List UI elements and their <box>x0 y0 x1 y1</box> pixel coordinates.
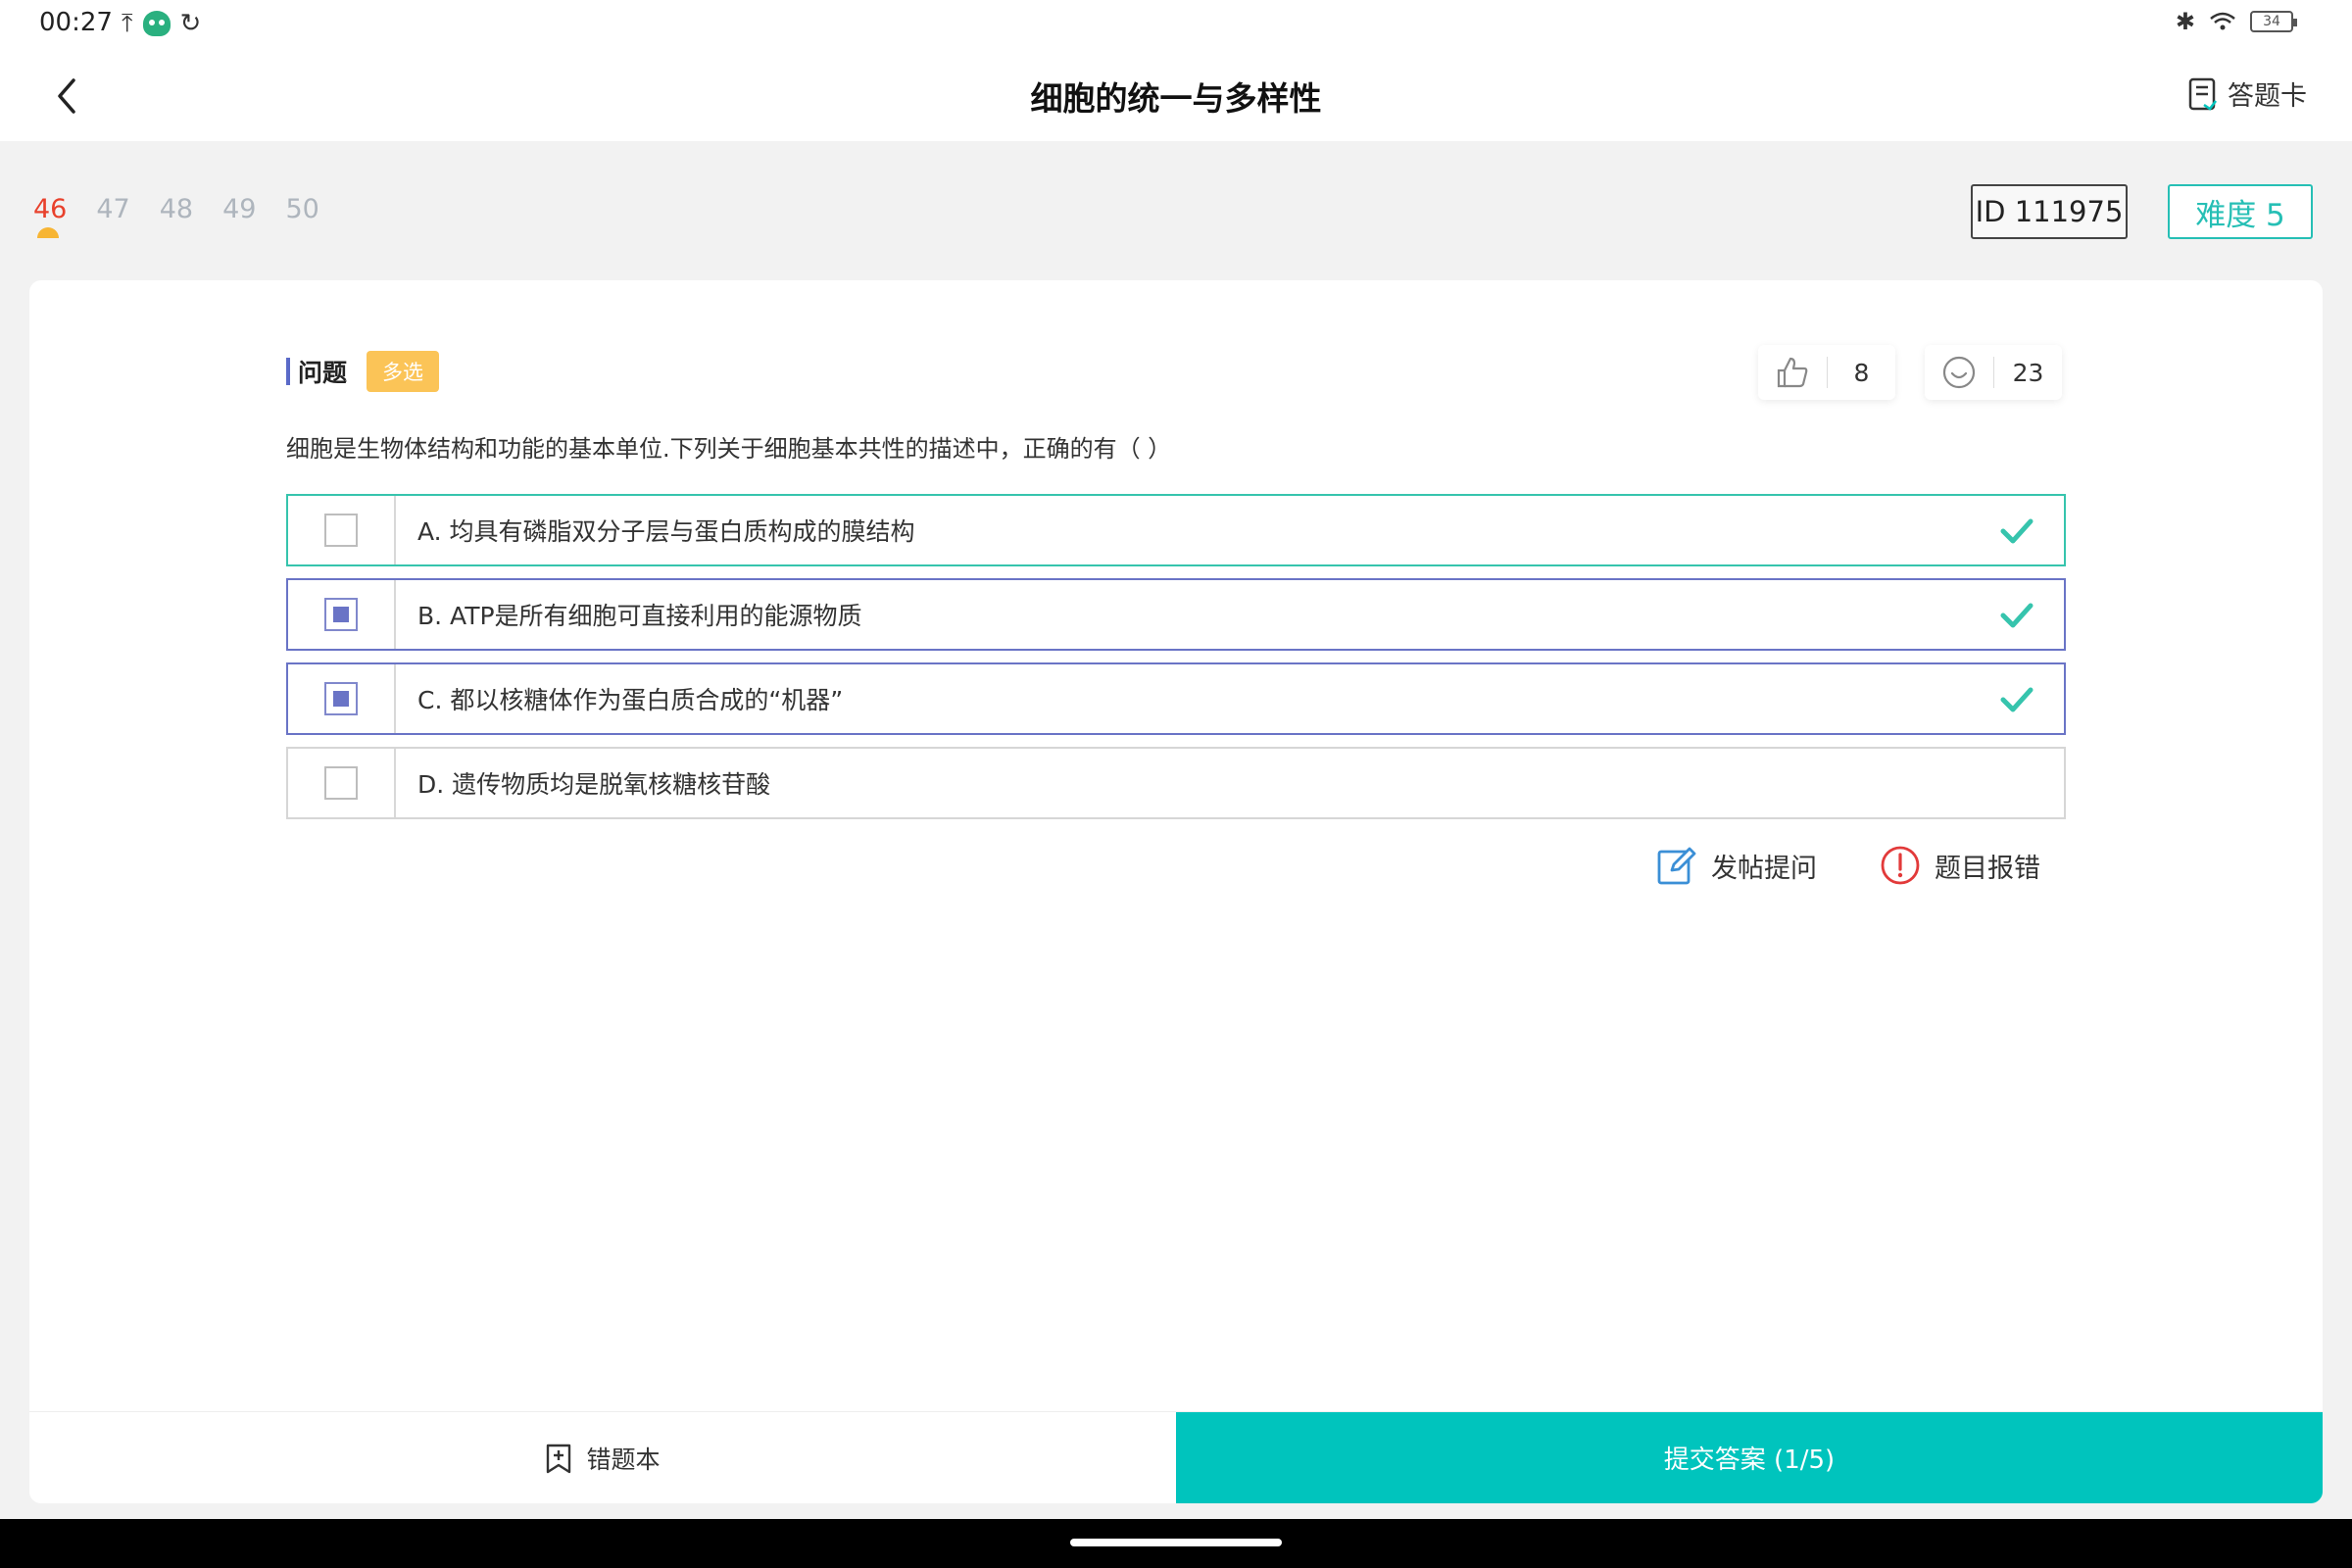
option-d-text: D. 遗传物质均是脱氧核糖核苷酸 <box>417 770 771 799</box>
question-number-48[interactable]: 48 <box>160 194 193 224</box>
option-d[interactable]: D. 遗传物质均是脱氧核糖核苷酸 <box>286 747 2066 819</box>
post-question-label: 发帖提问 <box>1711 853 1817 884</box>
option-checkbox-cell <box>288 664 396 733</box>
question-header: 问题 多选 <box>286 351 440 392</box>
bluetooth-icon: ✱ <box>2175 8 2195 35</box>
option-c[interactable]: C. 都以核糖体作为蛋白质合成的“机器” <box>286 662 2066 735</box>
submit-answer-button[interactable]: 提交答案 (1/5) <box>1176 1412 2323 1503</box>
question-card: 问题 多选 8 23 细胞是生物体结构和功能的基本单位.下列关于细胞基本共性的描… <box>29 280 2323 1503</box>
option-b[interactable]: B. ATP是所有细胞可直接利用的能源物质 <box>286 578 2066 651</box>
option-b-checkbox[interactable] <box>324 598 358 631</box>
app-header: 细胞的统一与多样性 答题卡 <box>0 51 2352 141</box>
app-robot-icon <box>142 11 171 36</box>
question-id-badge: ID 111975 <box>1971 184 2128 239</box>
option-a-checkbox[interactable] <box>324 514 358 547</box>
comment-count: 23 <box>2012 358 2044 387</box>
wifi-icon <box>2210 12 2235 30</box>
warning-icon <box>1881 846 1920 885</box>
correct-check-icon <box>2000 687 2034 712</box>
home-indicator[interactable] <box>1070 1539 1282 1546</box>
edit-icon <box>1657 847 1696 885</box>
upload-icon: ⤒ <box>122 9 133 38</box>
report-error-label: 题目报错 <box>1935 853 2040 884</box>
sync-icon: ↻ <box>179 9 202 38</box>
system-nav-bar <box>0 1519 2352 1568</box>
option-b-text: B. ATP是所有细胞可直接利用的能源物质 <box>417 602 862 630</box>
correct-check-icon <box>2000 518 2034 544</box>
question-actions: 发帖提问 题目报错 <box>1656 845 2040 886</box>
answer-sheet-icon <box>2188 77 2217 111</box>
question-number-47[interactable]: 47 <box>96 194 129 224</box>
status-time: 00:27 <box>39 8 113 37</box>
status-bar: 00:27 ⤒ ↻ ✱ 34 <box>0 0 2352 51</box>
option-d-checkbox[interactable] <box>324 766 358 800</box>
wrong-book-label: 错题本 <box>586 1445 661 1474</box>
post-question-button[interactable]: 发帖提问 <box>1656 845 1817 886</box>
comment-button[interactable]: 23 <box>1925 345 2062 400</box>
report-error-button[interactable]: 题目报错 <box>1880 845 2040 886</box>
page-title: 细胞的统一与多样性 <box>1030 79 1322 118</box>
options-list: A. 均具有磷脂双分子层与蛋白质构成的膜结构 B. ATP是所有细胞可直接利用的… <box>286 494 2066 831</box>
answer-card-label: 答题卡 <box>2228 81 2307 112</box>
battery-icon: 34 <box>2250 11 2297 32</box>
question-type-tag: 多选 <box>367 351 440 392</box>
like-button[interactable]: 8 <box>1758 345 1895 400</box>
status-right-icons: ✱ 34 <box>2175 8 2297 35</box>
question-number-46[interactable]: 46 <box>33 194 67 238</box>
difficulty-badge: 难度 5 <box>2168 184 2313 239</box>
option-c-text: C. 都以核糖体作为蛋白质合成的“机器” <box>417 686 844 714</box>
option-a-text: A. 均具有磷脂双分子层与蛋白质构成的膜结构 <box>417 517 915 546</box>
wrong-book-button[interactable]: 错题本 <box>29 1412 1176 1503</box>
question-number-50[interactable]: 50 <box>285 194 318 224</box>
option-a[interactable]: A. 均具有磷脂双分子层与蛋白质构成的膜结构 <box>286 494 2066 566</box>
option-checkbox-cell <box>288 580 396 649</box>
bookmark-add-icon <box>547 1444 571 1473</box>
option-checkbox-cell <box>288 496 396 564</box>
section-marker <box>286 358 290 385</box>
answer-card-button[interactable]: 答题卡 <box>2188 74 2307 113</box>
question-number-nav: 46 47 48 49 50 <box>33 194 319 238</box>
option-checkbox-cell <box>288 749 396 817</box>
section-label: 问题 <box>298 359 348 387</box>
thumbs-up-icon <box>1777 357 1808 388</box>
smile-icon <box>1942 356 1976 389</box>
option-c-checkbox[interactable] <box>324 682 358 715</box>
bottom-action-bar: 错题本 提交答案 (1/5) <box>29 1411 2323 1503</box>
question-number-49[interactable]: 49 <box>222 194 256 224</box>
question-text: 细胞是生物体结构和功能的基本单位.下列关于细胞基本共性的描述中，正确的有（ ） <box>286 435 1172 463</box>
status-left-icons: ⤒ ↻ <box>122 8 201 39</box>
correct-check-icon <box>2000 603 2034 628</box>
like-count: 8 <box>1853 358 1870 387</box>
